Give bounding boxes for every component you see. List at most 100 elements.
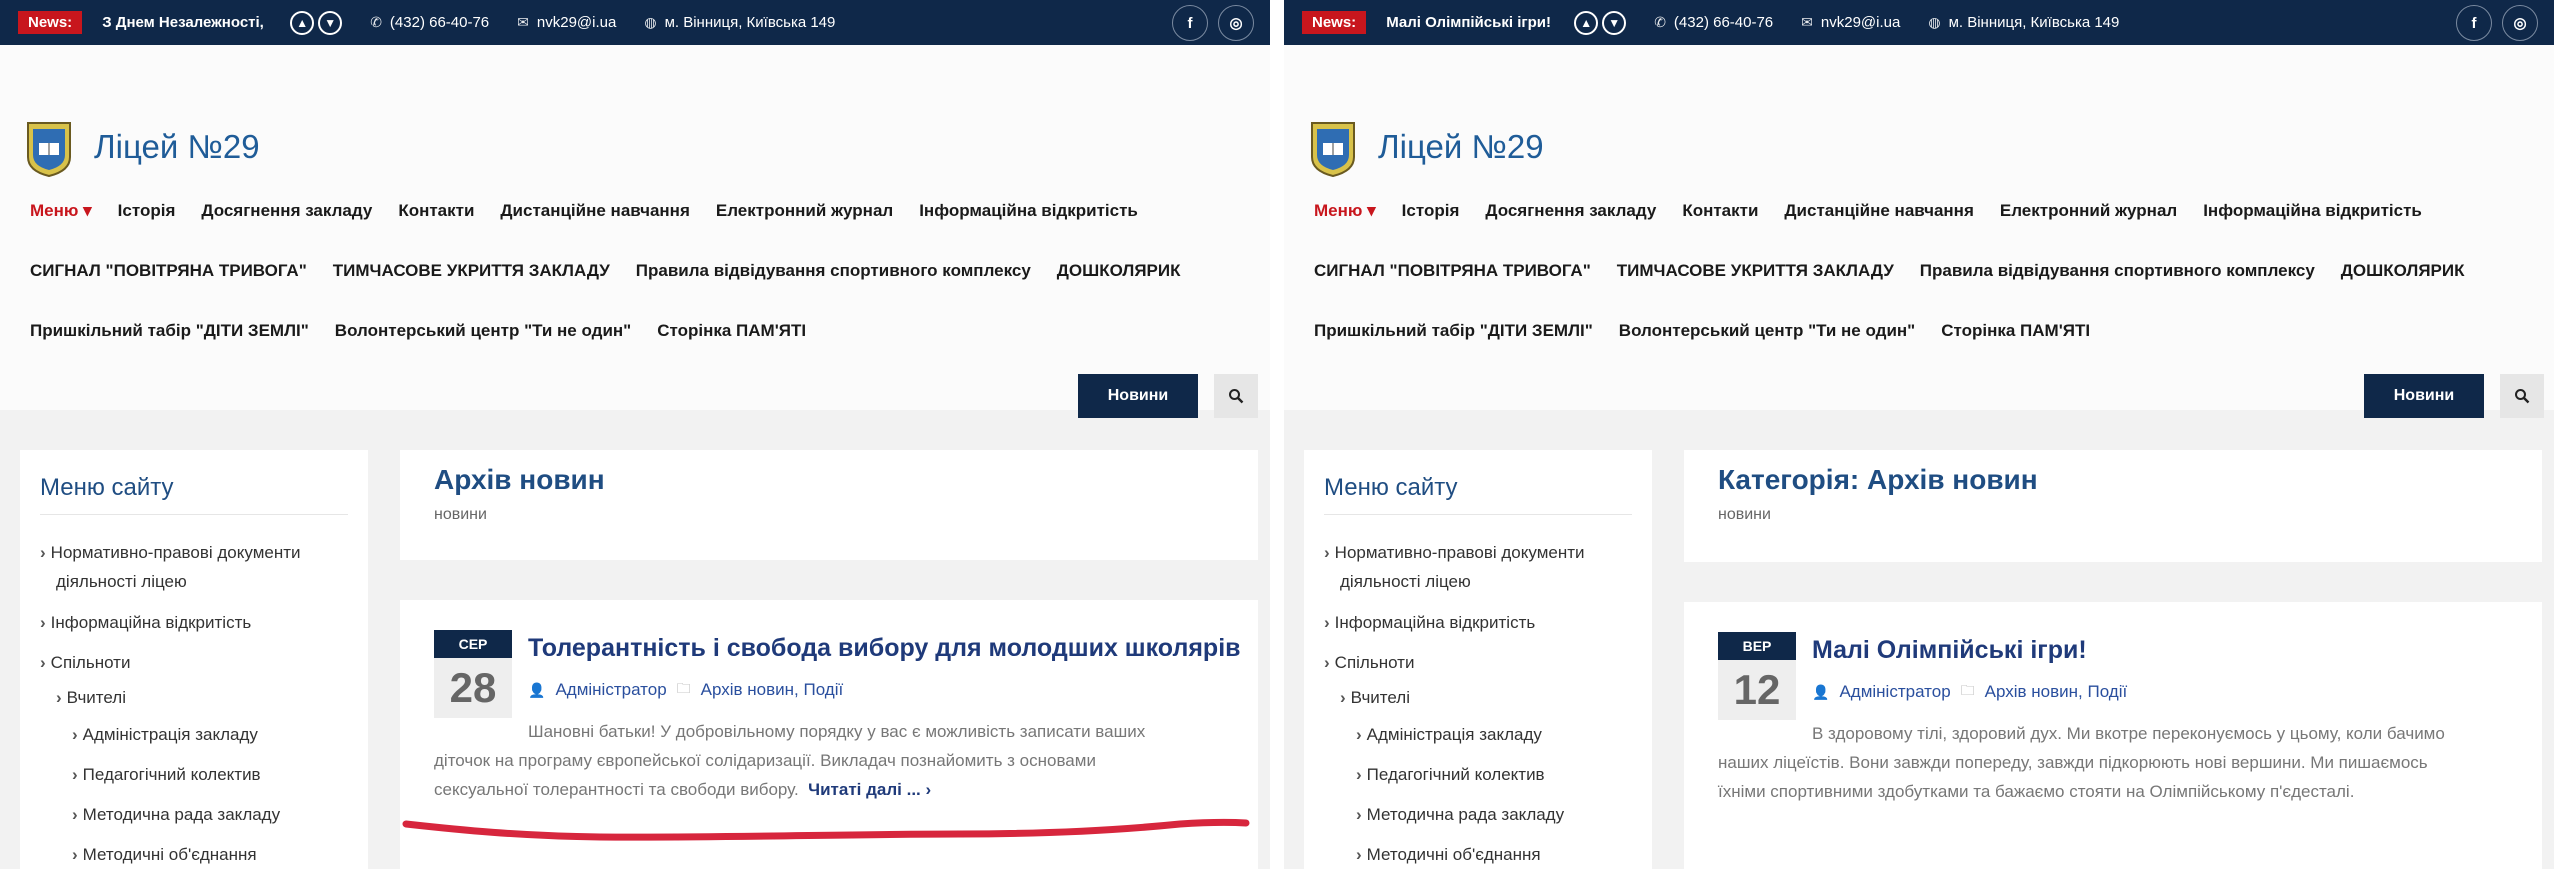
sidebar-item[interactable]: › Методична рада закладу (1356, 800, 1564, 829)
sidebar-item[interactable]: › Нормативно-правові документи (40, 538, 301, 567)
menu-item[interactable]: Правила відвідування спортивного комплек… (1920, 261, 2315, 281)
menu-item[interactable]: СИГНАЛ "ПОВІТРЯНА ТРИВОГА" (1314, 261, 1591, 281)
news-ticker[interactable]: З Днем Незалежності, (102, 14, 282, 31)
ticker-down-icon[interactable]: ▼ (1602, 10, 1627, 35)
breadcrumb[interactable]: новини (434, 506, 487, 524)
sidebar-item-continued[interactable]: діяльності ліцею (1340, 567, 1471, 596)
sidebar-title: Меню сайту (40, 474, 174, 501)
sidebar-item[interactable]: › Методичні об'єднання (1356, 840, 1541, 869)
sidebar-title: Меню сайту (1324, 474, 1458, 501)
sidebar-item[interactable]: › Методична рада закладу (72, 800, 280, 829)
sidebar-item[interactable]: › Спільноти (40, 648, 130, 677)
facebook-icon[interactable]: f (2456, 5, 2492, 41)
site-title[interactable]: Ліцей №29 (1378, 128, 1544, 166)
menu-item[interactable]: ТИМЧАСОВЕ УКРИТТЯ ЗАКЛАДУ (1617, 261, 1894, 281)
sidebar-item[interactable]: › Нормативно-правові документи (1324, 538, 1585, 567)
breadcrumb[interactable]: новини (1718, 506, 1771, 524)
chevron-right-icon: › (72, 805, 78, 824)
page-title: Категорія: Архів новин (1718, 464, 2038, 495)
site-title[interactable]: Ліцей №29 (94, 128, 260, 166)
sidebar-item[interactable]: › Методичні об'єднання (72, 840, 257, 869)
sidebar-item[interactable]: › Педагогічний колектив (72, 760, 261, 789)
chevron-right-icon: › (40, 653, 46, 672)
facebook-icon[interactable]: f (1172, 5, 1208, 41)
school-logo[interactable] (26, 119, 72, 177)
menu-item[interactable]: Досягнення закладу (1485, 201, 1656, 221)
sidebar-item[interactable]: › Вчителі (1340, 683, 1410, 712)
sidebar-item-continued[interactable]: діяльності ліцею (56, 567, 187, 596)
instagram-icon[interactable]: ◎ (1218, 5, 1254, 41)
menu-item[interactable]: Контакти (398, 201, 474, 221)
menu-item[interactable]: Історія (1402, 201, 1460, 221)
menu-item[interactable]: ДОШКОЛЯРИК (1057, 261, 1181, 281)
menu-item[interactable]: Інформаційна відкритість (2203, 201, 2422, 221)
menu-item[interactable]: ТИМЧАСОВЕ УКРИТТЯ ЗАКЛАДУ (333, 261, 610, 281)
menu-item[interactable]: Історія (118, 201, 176, 221)
menu-item[interactable]: Волонтерський центр "Ти не один" (1619, 321, 1915, 341)
search-button[interactable] (2500, 374, 2544, 418)
menu-item[interactable]: Досягнення закладу (201, 201, 372, 221)
sidebar-item[interactable]: › Педагогічний колектив (1356, 760, 1545, 789)
menu-item[interactable]: Меню ▾ (1314, 201, 1376, 221)
post-meta: 👤 Адміністратор 🗀 Архів новин, Події (1812, 680, 2127, 704)
chevron-right-icon: › (72, 845, 78, 864)
post-author[interactable]: Адміністратор (555, 680, 666, 700)
menu-item[interactable]: Сторінка ПАМ'ЯТІ (1941, 321, 2090, 341)
folder-icon: 🗀 (1960, 682, 1975, 698)
divider (40, 514, 348, 515)
menu-item[interactable]: Дистанційне навчання (500, 201, 689, 221)
mail-icon: ✉ (1801, 14, 1813, 30)
excerpt-line: Шановні батьки! У добровільному порядку … (528, 722, 1146, 741)
menu-item[interactable]: Електронний журнал (2000, 201, 2177, 221)
menu-item[interactable]: Пришкільний табір "ДІТИ ЗЕМЛІ" (30, 321, 309, 341)
post-categories[interactable]: Архів новин, Події (701, 680, 844, 700)
menu-item[interactable]: Сторінка ПАМ'ЯТІ (657, 321, 806, 341)
news-button[interactable]: Новини (2364, 374, 2484, 418)
post-categories[interactable]: Архів новин, Події (1985, 682, 2128, 702)
menu-item[interactable]: Правила відвідування спортивного комплек… (636, 261, 1031, 281)
sidebar-item[interactable]: › Адміністрація закладу (72, 720, 258, 749)
search-button[interactable] (1214, 374, 1258, 418)
menu-item[interactable]: СИГНАЛ "ПОВІТРЯНА ТРИВОГА" (30, 261, 307, 281)
menu-item[interactable]: Електронний журнал (716, 201, 893, 221)
search-icon (2515, 389, 2530, 404)
post-author[interactable]: Адміністратор (1839, 682, 1950, 702)
divider (1324, 514, 1632, 515)
user-icon: 👤 (1812, 683, 1830, 700)
menu-item[interactable]: ДОШКОЛЯРИК (2341, 261, 2465, 281)
ticker-down-icon[interactable]: ▼ (318, 10, 343, 35)
chevron-right-icon: › (1356, 765, 1362, 784)
archive-header-card: Категорія: Архів новин новини (1684, 450, 2542, 562)
post-title[interactable]: Толерантність і свобода вибору для молод… (528, 634, 1241, 663)
post-date-day: 12 (1718, 660, 1796, 720)
ticker-up-icon[interactable]: ▲ (1574, 10, 1599, 35)
news-ticker[interactable]: Малі Олімпійські ігри! (1386, 14, 1566, 31)
page-title: Архів новин (434, 464, 605, 495)
menu-item[interactable]: Дистанційне навчання (1784, 201, 1973, 221)
phone-number: (432) 66-40-76 (389, 14, 490, 31)
read-more-link[interactable]: Читаті далі ... › (808, 780, 931, 799)
menu-item[interactable]: Волонтерський центр "Ти не один" (335, 321, 631, 341)
ticker-up-icon[interactable]: ▲ (290, 10, 315, 35)
instagram-icon[interactable]: ◎ (2502, 5, 2538, 41)
sidebar-menu: Меню сайту › Нормативно-правові документи… (20, 450, 368, 869)
site-header: Ліцей №29 Меню ▾ Історія Досягнення закл… (0, 45, 1270, 418)
menu-item[interactable]: Інформаційна відкритість (919, 201, 1138, 221)
main-menu-row-3: Пришкільний табір "ДІТИ ЗЕМЛІ" Волонтерс… (30, 321, 806, 341)
menu-item[interactable]: Меню ▾ (30, 201, 92, 221)
main-menu-row-2: СИГНАЛ "ПОВІТРЯНА ТРИВОГА" ТИМЧАСОВЕ УКР… (30, 261, 1180, 281)
sidebar-item[interactable]: › Вчителі (56, 683, 126, 712)
school-logo[interactable] (1310, 119, 1356, 177)
sidebar-item[interactable]: › Інформаційна відкритість (1324, 608, 1535, 637)
email-address[interactable]: nvk29@i.ua (537, 14, 616, 31)
email-address[interactable]: nvk29@i.ua (1821, 14, 1900, 31)
post-title[interactable]: Малі Олімпійські ігри! (1812, 636, 2087, 665)
post-excerpt: В здоровому тілі, здоровий дух. Ми вкотр… (1718, 719, 2445, 806)
menu-item[interactable]: Контакти (1682, 201, 1758, 221)
chevron-right-icon: › (1356, 805, 1362, 824)
news-button[interactable]: Новини (1078, 374, 1198, 418)
menu-item[interactable]: Пришкільний табір "ДІТИ ЗЕМЛІ" (1314, 321, 1593, 341)
sidebar-item[interactable]: › Адміністрація закладу (1356, 720, 1542, 749)
sidebar-item[interactable]: › Спільноти (1324, 648, 1414, 677)
sidebar-item[interactable]: › Інформаційна відкритість (40, 608, 251, 637)
